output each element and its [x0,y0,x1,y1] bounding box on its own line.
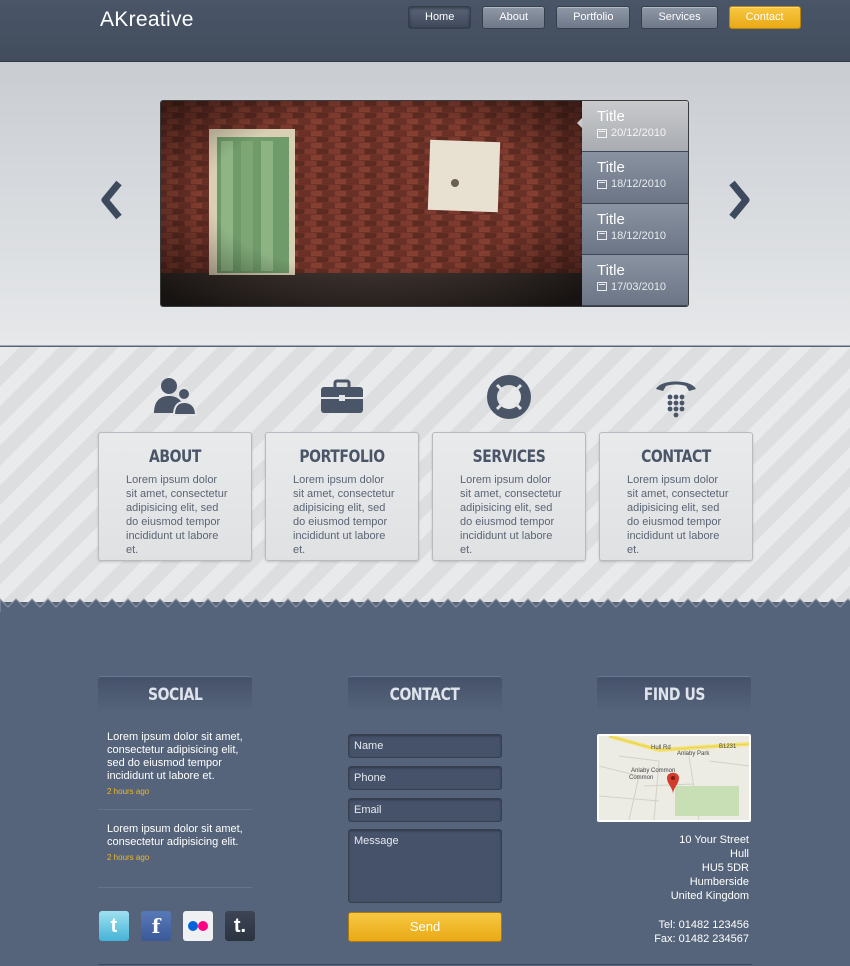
slide-title: Title [597,108,625,125]
email-field[interactable]: Email [348,798,502,822]
slide-item[interactable]: Title 18/12/2010 [582,152,688,204]
features-section: ABOUT Lorem ipsum dolor sit amet, consec… [0,347,850,602]
address-line: HU5 5DR [701,862,749,874]
location-map[interactable]: Hull Rd Anlaby Park B1231 Anlaby Common … [597,734,751,822]
address: 10 Your Street Hull HU5 5DR Humberside U… [671,833,749,903]
chevron-left-icon[interactable] [97,180,127,220]
slide-item[interactable]: Title 17/03/2010 [582,254,688,306]
address-line: 10 Your Street [679,834,749,846]
feature-card: ABOUT Lorem ipsum dolor sit amet, consec… [98,432,252,561]
nav-portfolio-button[interactable]: Portfolio [556,6,631,29]
divider [98,887,252,888]
logo[interactable]: AKreative [100,8,194,32]
tumblr-icon[interactable]: t. [225,911,255,941]
slide-title: Title [597,159,625,177]
calendar-icon [597,179,607,189]
phone-numbers: Tel: 01482 123456 Fax: 01482 234567 [654,918,749,946]
chevron-right-icon[interactable] [724,180,754,220]
find-us-heading: FIND US [597,676,751,712]
slide-item[interactable]: Title 20/12/2010 [582,101,688,153]
tel-number: Tel: 01482 123456 [658,919,749,931]
image-slider: Title 20/12/2010 Title 18/12/2010 Title … [160,100,689,307]
feature-card: CONTACT Lorem ipsum dolor sit amet, cons… [599,432,753,561]
slide-title: Title [597,261,625,279]
slide-image[interactable] [161,101,582,306]
nav-about-button[interactable]: About [482,6,546,29]
feature-title: PORTFOLIO [299,447,385,467]
map-label: Anlaby Park [677,751,710,757]
send-button[interactable]: Send [348,912,502,942]
feature-text: Lorem ipsum dolor sit amet, consectetur … [126,474,228,556]
site-footer: SOCIAL Lorem ipsum dolor sit amet, conse… [0,612,850,966]
briefcase-icon [265,375,419,419]
twitter-icon[interactable]: t [99,911,129,941]
feature-text: Lorem ipsum dolor sit amet, consectetur … [293,474,395,556]
svg-text:Common: Common [629,775,653,781]
slide-list: Title 20/12/2010 Title 18/12/2010 Title … [582,101,688,306]
nav-contact-button[interactable]: Contact [728,6,801,29]
lifebuoy-icon [432,375,586,419]
tweet-time[interactable]: 2 hours ago [107,785,247,798]
social-heading: SOCIAL [98,676,252,712]
calendar-icon [597,128,607,138]
divider [98,809,252,810]
name-field[interactable]: Name [348,734,502,758]
feature-card: SERVICES Lorem ipsum dolor sit amet, con… [432,432,586,561]
main-nav: Home About Portfolio Services Contact [408,6,801,29]
feature-text: Lorem ipsum dolor sit amet, consectetur … [627,474,729,556]
site-header: AKreative Home About Portfolio Services … [0,0,850,62]
slide-title: Title [597,210,625,228]
users-icon [98,375,252,419]
message-field[interactable]: Message [348,829,502,903]
fax-number: Fax: 01482 234567 [654,933,749,945]
tweet-text: Lorem ipsum dolor sit amet, consectetur … [107,731,243,782]
feature-title: CONTACT [641,447,711,467]
feature-title: ABOUT [148,447,202,467]
feature-title: SERVICES [472,447,546,467]
map-label: B1231 [719,744,737,750]
feature-text: Lorem ipsum dolor sit amet, consectetur … [460,474,562,556]
slider-section: Title 20/12/2010 Title 18/12/2010 Title … [0,62,850,346]
slide-item[interactable]: Title 18/12/2010 [582,203,688,255]
tweet-time[interactable]: 2 hours ago [107,851,247,864]
slide-date: 18/12/2010 [611,178,667,191]
flickr-icon[interactable] [183,911,213,941]
phone-field[interactable]: Phone [348,766,502,790]
calendar-icon [597,282,607,292]
facebook-icon[interactable]: f [141,911,171,941]
address-line: Hull [730,848,749,860]
social-icons: t f t. [99,911,255,941]
nav-services-button[interactable]: Services [641,6,718,29]
tweet: Lorem ipsum dolor sit amet, consectetur … [107,823,247,864]
tweet-text: Lorem ipsum dolor sit amet, consectetur … [107,823,243,848]
address-line: United Kingdom [670,890,749,902]
nav-home-button[interactable]: Home [408,6,472,29]
tweet: Lorem ipsum dolor sit amet, consectetur … [107,731,247,798]
footer-bottom-line [98,964,752,965]
telephone-icon [599,375,753,419]
slide-date: 18/12/2010 [611,229,667,242]
zigzag-divider [0,598,850,613]
contact-heading: CONTACT [348,676,502,712]
address-line: Humberside [689,876,749,888]
slide-date: 20/12/2010 [611,127,667,139]
calendar-icon [597,231,607,240]
map-label: Anlaby Common [631,768,675,774]
map-label: Hull Rd [651,745,671,751]
feature-card: PORTFOLIO Lorem ipsum dolor sit amet, co… [265,432,419,561]
slide-date: 17/03/2010 [611,280,667,293]
